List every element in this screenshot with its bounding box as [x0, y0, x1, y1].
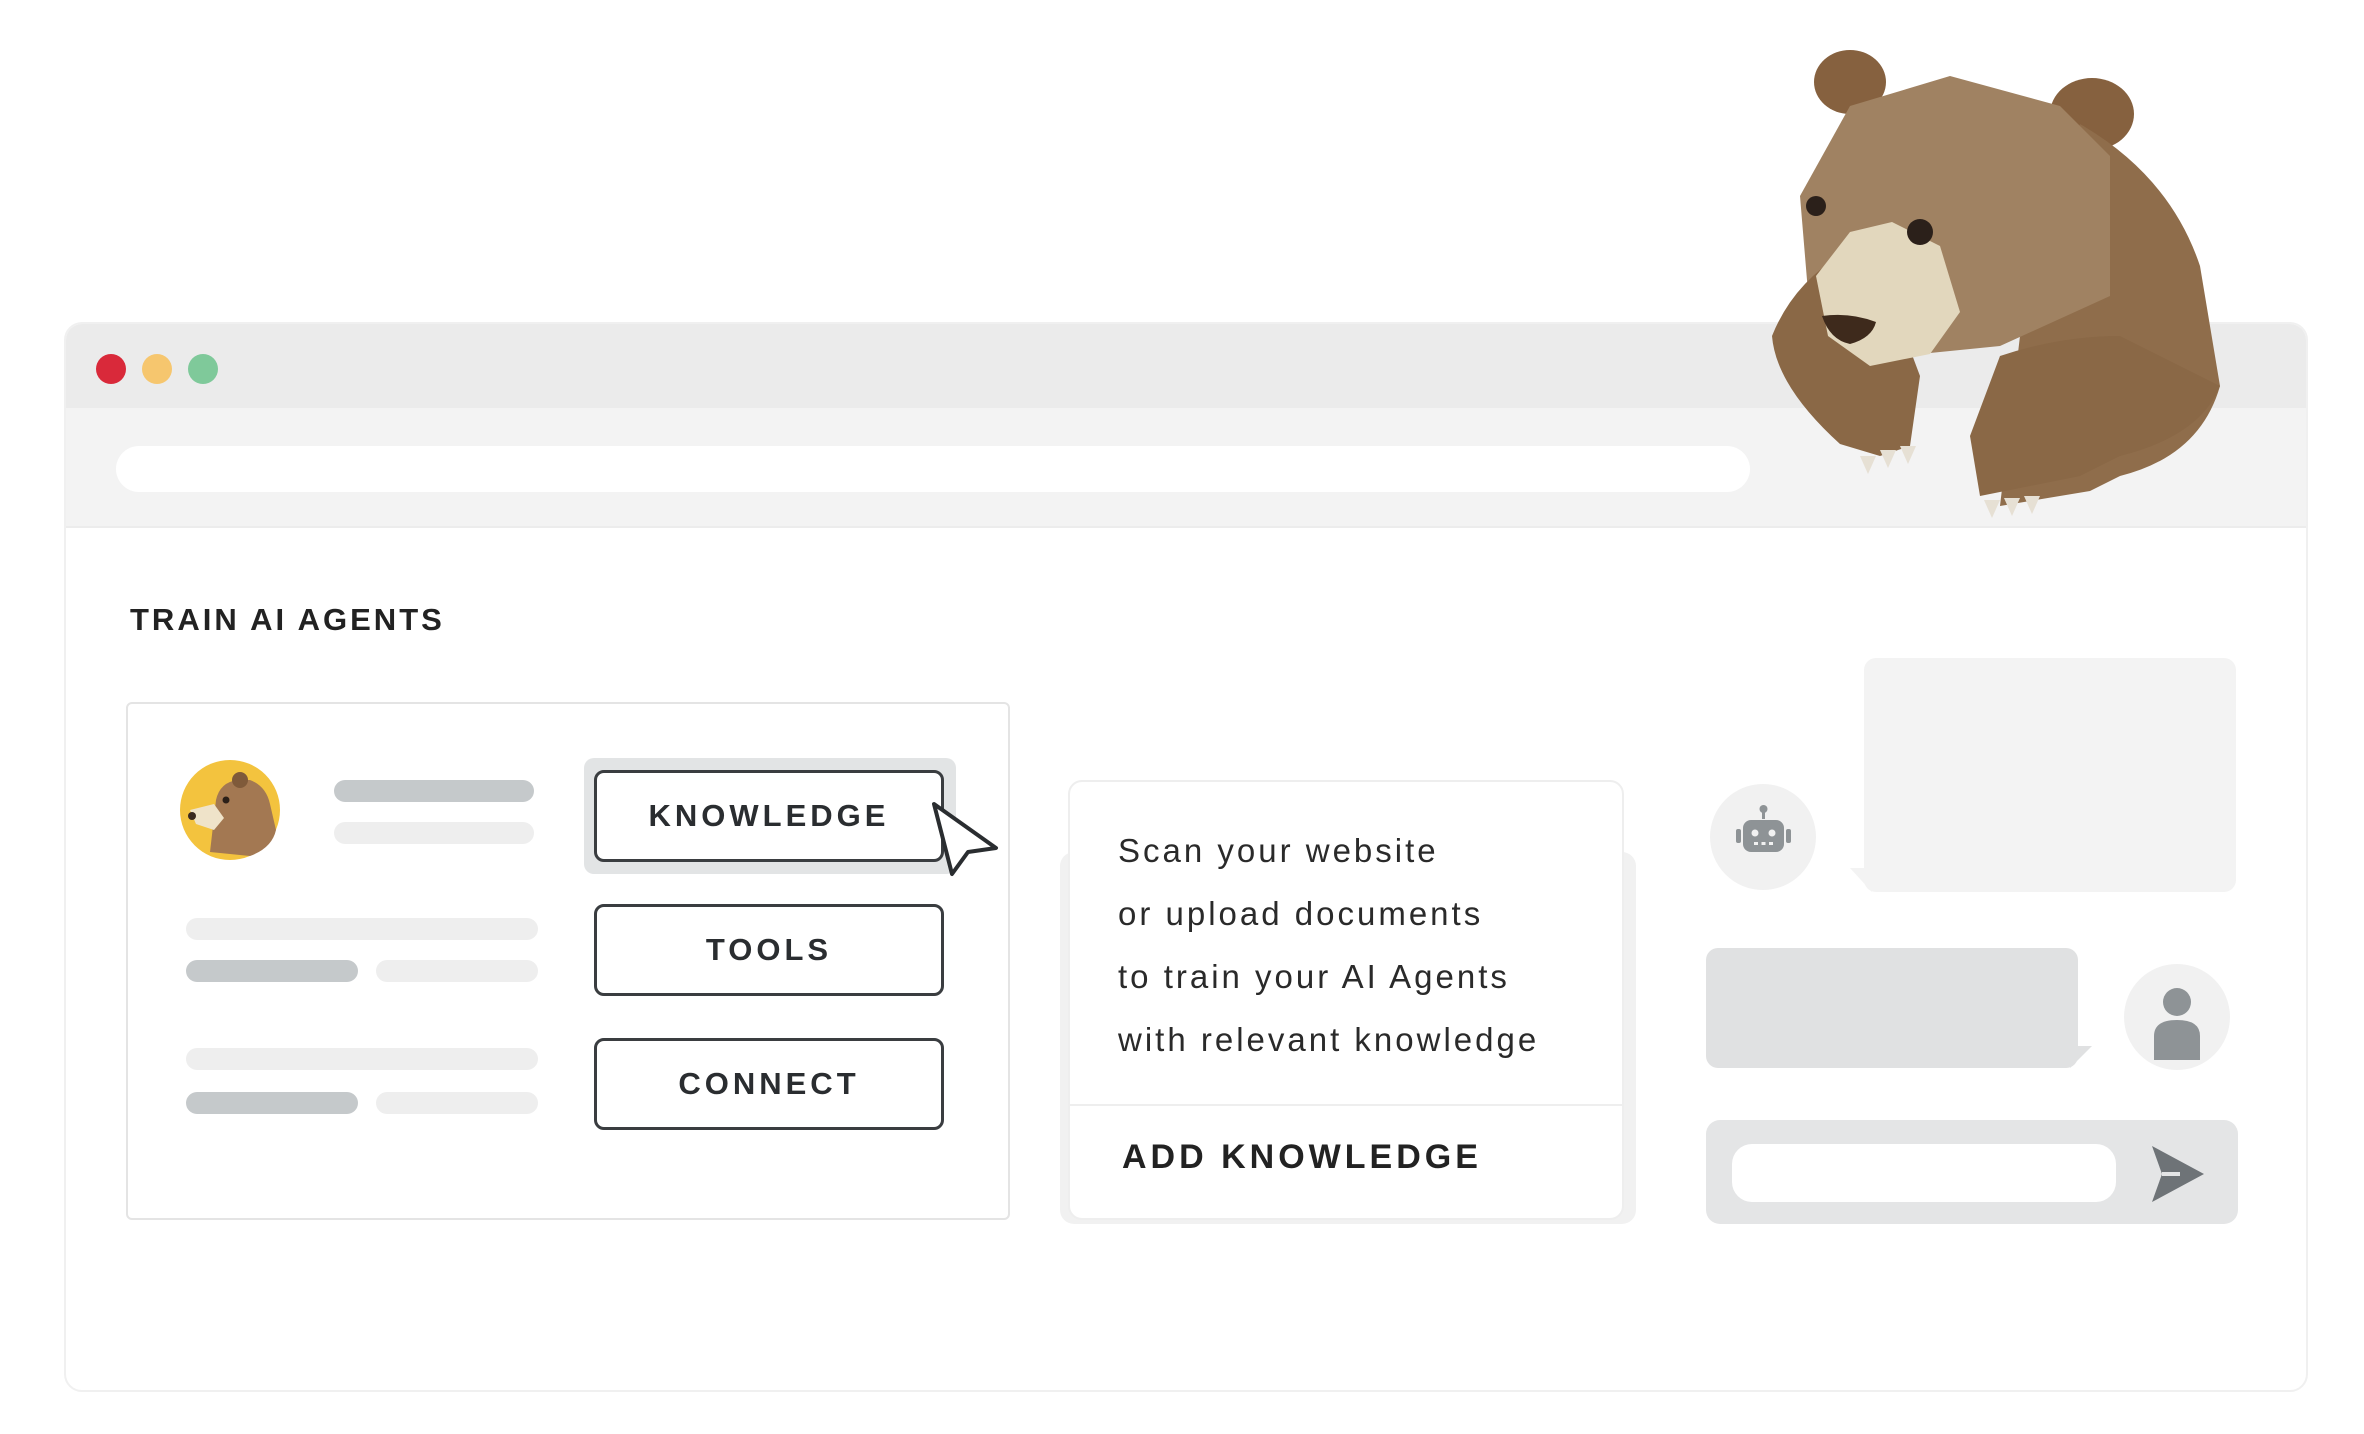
card-divider [1068, 1104, 1624, 1106]
send-icon[interactable] [2150, 1144, 2206, 1204]
maximize-window-button[interactable] [188, 354, 218, 384]
minimize-window-button[interactable] [142, 354, 172, 384]
page-title: TRAIN AI AGENTS [130, 602, 445, 637]
info-line-4: with relevant knowledge [1118, 1021, 1540, 1058]
placeholder-line [186, 918, 538, 940]
bot-bubble-tail [1850, 868, 1872, 892]
pointer-cursor-icon [932, 802, 998, 876]
placeholder-line [186, 1048, 538, 1070]
placeholder-line [376, 1092, 538, 1114]
placeholder-subtitle-bar [334, 822, 534, 844]
bot-avatar [1710, 784, 1816, 890]
user-message-bubble [1706, 948, 2078, 1068]
address-bar[interactable] [116, 446, 1750, 492]
close-window-button[interactable] [96, 354, 126, 384]
placeholder-line [186, 960, 358, 982]
placeholder-line [186, 1092, 358, 1114]
bot-message-bubble [1864, 658, 2236, 892]
info-line-3: to train your AI Agents [1118, 958, 1510, 995]
connect-button[interactable]: CONNECT [594, 1038, 944, 1130]
knowledge-button[interactable]: KNOWLEDGE [594, 770, 944, 862]
chat-message-input[interactable] [1732, 1144, 2116, 1202]
tools-button[interactable]: TOOLS [594, 904, 944, 996]
add-knowledge-button[interactable]: ADD KNOWLEDGE [1122, 1138, 1482, 1177]
placeholder-name-bar [334, 780, 534, 802]
user-bubble-tail [2070, 1046, 2092, 1068]
info-line-1: Scan your website [1118, 832, 1439, 869]
robot-icon [1736, 805, 1791, 852]
bear-avatar-icon [180, 760, 280, 860]
info-line-2: or upload documents [1118, 895, 1484, 932]
user-avatar [2124, 964, 2230, 1070]
user-icon [2154, 988, 2200, 1060]
placeholder-line [376, 960, 538, 982]
bear-illustration [1772, 50, 2220, 518]
